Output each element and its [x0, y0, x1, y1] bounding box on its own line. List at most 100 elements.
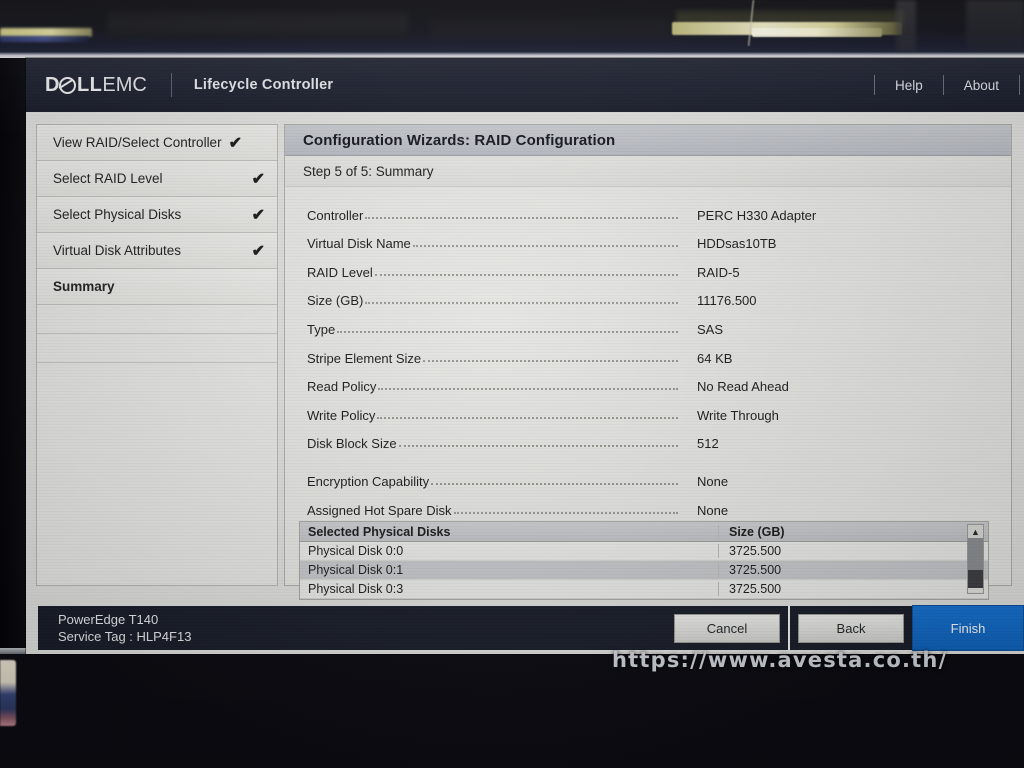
bezel-left-shadow [0, 58, 26, 654]
sidebar-item-summary[interactable]: Summary [37, 269, 277, 305]
leader-dots [453, 511, 678, 514]
sidebar-item-virtual-disk-attributes[interactable]: Virtual Disk Attributes ✔ [37, 233, 277, 269]
summary-row: Disk Block Size 512 [307, 423, 997, 452]
header-divider [1019, 75, 1020, 95]
main-content-panel: Configuration Wizards: RAID Configuratio… [284, 124, 1012, 600]
foreground-object [0, 660, 16, 726]
server-info: PowerEdge T140 Service Tag : HLP4F13 [38, 611, 191, 645]
leader-dots [365, 301, 678, 305]
leader-dots [377, 416, 678, 419]
wizard-steps-sidebar: View RAID/Select Controller ✔ Select RAI… [36, 124, 278, 586]
reflection-glare [896, 0, 916, 54]
sidebar-item-label: View RAID/Select Controller [53, 135, 222, 150]
check-icon: ✔ [228, 134, 242, 152]
dell-wordmark: D LL [45, 74, 102, 97]
scrollbar-thumb[interactable] [968, 570, 983, 588]
summary-value: HDDsas10TB [697, 236, 777, 252]
sidebar-item-label: Select RAID Level [53, 171, 163, 186]
cell-disk-name: Physical Disk 0:1 [308, 563, 404, 577]
dell-logo-letters-ll: LL [76, 73, 103, 96]
button-divider [788, 606, 790, 650]
dell-emc-logo: D LL EMC [45, 74, 147, 97]
about-link[interactable]: About [944, 78, 1019, 93]
summary-value: 64 KB [697, 350, 733, 366]
cell-disk-name: Physical Disk 0:0 [308, 544, 404, 558]
cell-disk-size: 3725.500 [718, 544, 988, 558]
summary-key: Read Policy [307, 379, 377, 395]
summary-row: Size (GB) 11176.500 [307, 280, 997, 309]
summary-value: PERC H330 Adapter [697, 207, 817, 223]
scrollbar-track[interactable] [968, 538, 983, 570]
summary-key: Encryption Capability [307, 473, 430, 489]
page-title: Configuration Wizards: RAID Configuratio… [285, 125, 1011, 156]
summary-key: Assigned Hot Spare Disk [307, 502, 452, 518]
table-header-row: Selected Physical Disks Size (GB) [300, 522, 988, 542]
emc-wordmark: EMC [102, 73, 147, 96]
summary-value: 11176.500 [697, 293, 757, 309]
summary-value: None [697, 502, 729, 518]
summary-row: Stripe Element Size 64 KB [307, 337, 997, 366]
summary-field-list: Controller PERC H330 Adapter Virtual Dis… [285, 187, 1011, 518]
summary-key: Write Policy [307, 407, 376, 423]
sidebar-item-label: Select Physical Disks [53, 207, 182, 222]
table-row[interactable]: Physical Disk 0:1 3725.500 [300, 561, 988, 580]
sidebar-item-view-raid-select-controller[interactable]: View RAID/Select Controller ✔ [37, 125, 277, 161]
leader-dots [423, 359, 678, 362]
table-scrollbar[interactable]: ▲ [967, 524, 984, 594]
summary-key: Size (GB) [307, 293, 364, 309]
summary-key: Controller [307, 207, 364, 223]
server-model: PowerEdge T140 [58, 612, 159, 627]
check-icon: ✔ [251, 170, 265, 188]
summary-key: Disk Block Size [307, 436, 397, 452]
app-title: Lifecycle Controller [193, 77, 334, 93]
summary-value: None [697, 473, 729, 489]
lifecycle-controller-window: D LL EMC Lifecycle Controller Help About … [26, 58, 1024, 654]
sidebar-item-select-physical-disks[interactable]: Select Physical Disks ✔ [37, 197, 277, 233]
window-body: View RAID/Select Controller ✔ Select RAI… [26, 112, 1024, 600]
header-links: Help About [873, 75, 1024, 95]
summary-row: RAID Level RAID-5 [307, 251, 997, 280]
sidebar-empty-row [37, 305, 277, 334]
reflection-light-bar [752, 28, 882, 37]
cell-disk-size: 3725.500 [718, 563, 988, 577]
check-icon: ✔ [251, 206, 265, 224]
summary-row: Virtual Disk Name HDDsas10TB [307, 223, 997, 252]
summary-row: Encryption Capability None [307, 460, 997, 489]
footer-bar: PowerEdge T140 Service Tag : HLP4F13 Can… [26, 600, 1024, 654]
scroll-up-arrow-icon[interactable]: ▲ [968, 525, 983, 538]
back-button[interactable]: Back [798, 613, 904, 643]
watermark-url: https://www.avesta.co.th/ [612, 648, 948, 672]
dell-logo-letter-d: D [45, 73, 59, 96]
cell-disk-name: Physical Disk 0:3 [308, 582, 404, 596]
finish-button[interactable]: Finish [912, 605, 1024, 651]
sidebar-item-select-raid-level[interactable]: Select RAID Level ✔ [37, 161, 277, 197]
leader-dots [337, 330, 678, 333]
reflection-glare [430, 18, 670, 38]
leader-dots [412, 244, 678, 248]
summary-key: Type [307, 321, 336, 337]
wizard-button-group: Cancel Back Finish [674, 605, 1024, 651]
help-link[interactable]: Help [875, 78, 943, 93]
sidebar-item-label: Summary [53, 279, 115, 294]
column-header-size: Size (GB) [718, 524, 988, 539]
check-icon: ✔ [251, 242, 265, 260]
leader-dots [378, 387, 678, 391]
sidebar-empty-row [37, 334, 277, 363]
step-indicator: Step 5 of 5: Summary [285, 156, 1011, 187]
reflection-glare [966, 0, 1024, 54]
table-row[interactable]: Physical Disk 0:3 3725.500 [300, 580, 988, 599]
selected-physical-disks-table: Selected Physical Disks Size (GB) Physic… [299, 521, 989, 600]
leader-dots [365, 216, 678, 219]
summary-key: Virtual Disk Name [307, 236, 411, 252]
sidebar-item-label: Virtual Disk Attributes [53, 243, 182, 258]
summary-value: 512 [697, 436, 719, 452]
summary-row: Read Policy No Read Ahead [307, 366, 997, 395]
service-tag: Service Tag : HLP4F13 [58, 629, 192, 644]
reflection-light-bar [0, 36, 90, 42]
cancel-button[interactable]: Cancel [674, 613, 780, 643]
footer-inner: PowerEdge T140 Service Tag : HLP4F13 Can… [38, 605, 1024, 651]
summary-key: Stripe Element Size [307, 350, 422, 366]
reflection-glare [108, 12, 408, 38]
table-row[interactable]: Physical Disk 0:0 3725.500 [300, 542, 988, 561]
cell-disk-size: 3725.500 [718, 582, 988, 596]
